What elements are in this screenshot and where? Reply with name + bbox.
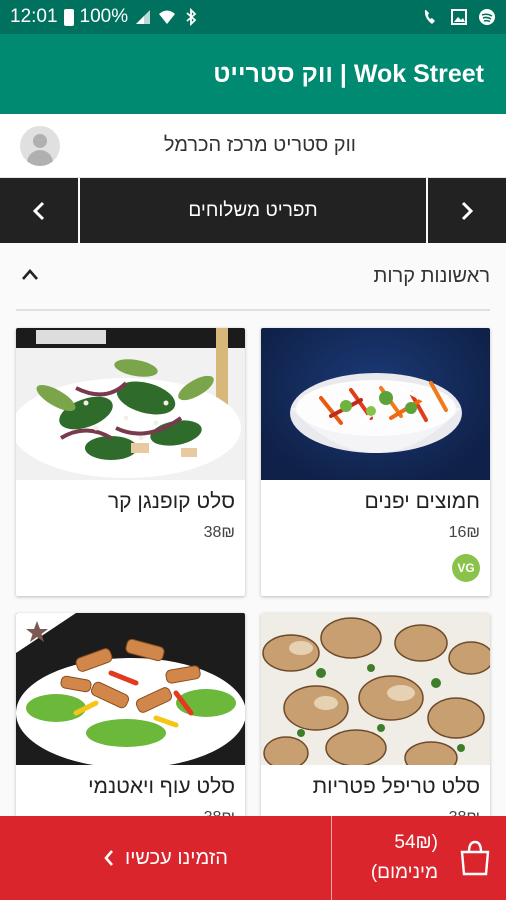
food-image	[16, 613, 245, 765]
order-now-button[interactable]: הזמינו עכשיו	[0, 816, 332, 900]
chevron-left-icon	[104, 850, 114, 866]
app-title: Wok Street | ווק סטרייט	[213, 59, 484, 88]
spotify-icon	[478, 8, 496, 26]
order-now-label: הזמינו עכשיו	[125, 846, 228, 869]
food-image	[261, 613, 490, 765]
item-price: 38₪	[203, 524, 235, 541]
menu-item-card[interactable]: סלט קופנגן קר 38₪	[16, 328, 245, 596]
avatar-icon[interactable]	[20, 126, 60, 166]
item-name: סלט טריפל פטריות	[312, 775, 480, 798]
menu-item-card[interactable]: חמוצים יפנים 16₪ VG	[261, 328, 490, 596]
signal-icon	[134, 8, 152, 26]
menu-nav: תפריט משלוחים	[0, 178, 506, 243]
section-header[interactable]: ראשונות קרות	[16, 243, 490, 311]
status-bar: 12:01 100%	[0, 0, 506, 34]
item-name: סלט עוף ויאטנמי	[88, 775, 235, 798]
clock: 12:01	[10, 6, 58, 27]
food-image	[16, 328, 245, 480]
wifi-icon	[158, 8, 176, 26]
chevron-left-icon[interactable]	[0, 178, 78, 243]
chevron-right-icon[interactable]	[428, 178, 506, 243]
bluetooth-icon	[182, 8, 200, 26]
food-image	[261, 328, 490, 480]
phone-wifi-icon	[422, 8, 440, 26]
section-title: ראשונות קרות	[373, 264, 490, 287]
image-icon	[450, 8, 468, 26]
cart-button[interactable]: (54₪ מינימום)	[332, 816, 506, 900]
item-name: חמוצים יפנים	[364, 490, 480, 513]
cart-price: (54₪	[394, 832, 438, 853]
chevron-up-icon[interactable]	[20, 265, 40, 285]
branch-row[interactable]: ווק סטריט מרכז הכרמל	[0, 114, 506, 178]
branch-name: ווק סטריט מרכז הכרמל	[163, 134, 356, 156]
vegan-badge: VG	[452, 554, 480, 582]
battery-icon	[63, 8, 74, 26]
app-bar: Wok Street | ווק סטרייט	[0, 34, 506, 114]
current-menu-label[interactable]: תפריט משלוחים	[78, 178, 428, 243]
shopping-bag-icon	[460, 840, 490, 876]
star-icon	[26, 621, 48, 642]
cart-minimum: מינימום)	[370, 862, 438, 883]
item-price: 16₪	[448, 524, 480, 541]
battery-level: 100%	[79, 6, 129, 27]
order-bar: הזמינו עכשיו (54₪ מינימום)	[0, 816, 506, 900]
item-name: סלט קופנגן קר	[107, 490, 235, 513]
